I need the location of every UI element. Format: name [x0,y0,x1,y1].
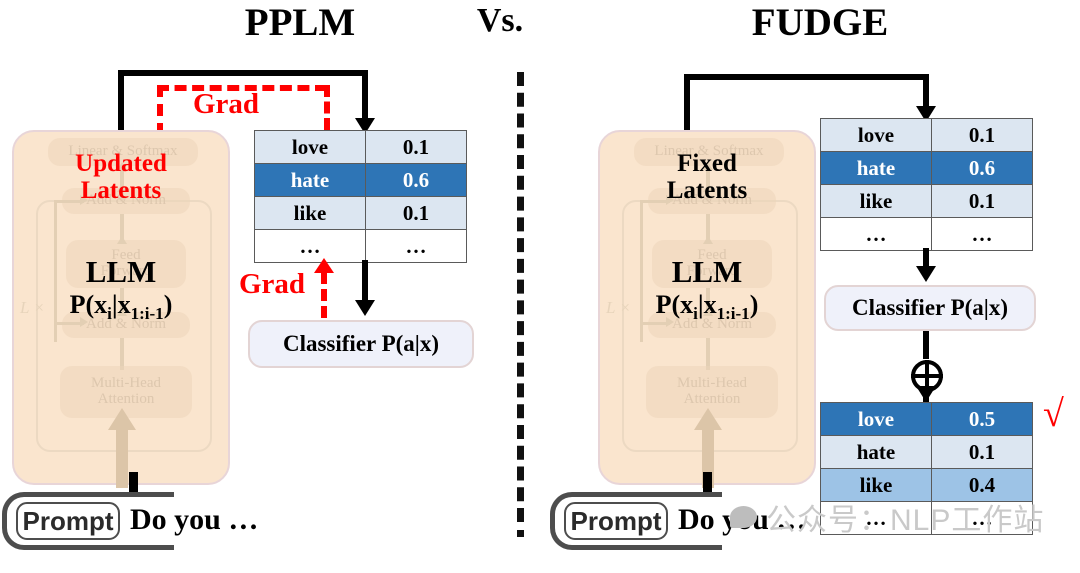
probability-cell: 0.6 [365,163,467,197]
probability-cell: … [931,217,1033,251]
transformer-attention-line1-fudge: Multi-Head [677,375,747,392]
fudge-output-line-horizontal [684,74,929,80]
probability-cell: 0.5 [931,402,1033,436]
token-cell: like [820,184,932,218]
probability-cell: 0.6 [931,151,1033,185]
table-row: love 0.5 [820,402,1033,436]
speech-bubble-icon [730,506,757,528]
token-cell: hate [820,435,932,469]
llm-prob-end-pplm: ) [163,290,173,319]
classifier-box-pplm[interactable]: Classifier P(a|x) [248,320,474,368]
llm-probability-pplm: P(xi|x1:i-1) [14,290,228,324]
table-row: hate 0.1 [820,435,1033,469]
selected-token-checkmark-icon: √ [1043,393,1064,435]
llm-probability-fudge: P(xi|x1:i-1) [600,290,814,324]
llm-latents-line1-fudge: Fixed [677,150,737,177]
page-title-vs: Vs. [476,2,524,39]
pplm-prompt-to-llm-arrow [129,472,138,492]
token-cell: love [820,402,932,436]
llm-prob-p1-fudge: P(x [655,290,694,319]
table-pplm-body: love 0.1 hate 0.6 like 0.1…… [254,130,467,263]
center-divider-dot [517,530,524,537]
table-fudge-top-body: love 0.1 hate 0.6 like 0.1…… [820,118,1033,251]
grad-top-label: Grad [193,88,260,120]
table-row: …… [254,229,467,263]
pplm-output-line-vertical-right [362,70,368,122]
grad-bottom-arrowhead [314,258,334,273]
prompt-chip-pplm[interactable]: Prompt [16,502,120,540]
pplm-table-to-classifier-shaft [362,260,368,303]
fudge-table-to-classifier-arrowhead [916,266,936,282]
transformer-attention-line2-fudge: Attention [683,391,741,407]
llm-latents-line1-pplm: Updated [75,150,167,177]
token-cell: hate [820,151,932,185]
transformer-arrow-ff-pplm [117,236,127,244]
diagram-canvas: PPLM Vs. FUDGE Grad L × Linear & Softmax… [0,0,1080,573]
table-row: like 0.1 [820,184,1033,218]
table-row: hate 0.6 [254,163,467,197]
prompt-chip-fudge[interactable]: Prompt [564,502,668,540]
llm-prob-sub2-fudge: 1:i-1 [716,304,750,324]
probability-cell: 0.1 [931,184,1033,218]
transformer-arrow-ff-fudge [703,236,713,244]
transformer-attention-line2-pplm: Attention [97,391,155,407]
page-title-pplm: PPLM [244,1,356,44]
probability-cell: 0.1 [365,130,467,164]
token-cell: love [254,130,366,164]
llm-prob-sub2-pplm: 1:i-1 [130,304,164,324]
llm-latents-line2-pplm: Latents [80,177,162,204]
center-divider [517,72,524,522]
token-cell: … [254,229,366,263]
grad-bottom-shaft [321,272,327,318]
probability-cell: 0.1 [365,196,467,230]
fudge-output-line-vertical-right [923,74,929,110]
token-cell: … [820,217,932,251]
llm-prob-p1-pplm: P(x [69,290,108,319]
llm-latents-label-fudge: Fixed Latents [600,150,814,204]
llm-latents-line2-fudge: Latents [666,177,748,204]
grad-top-arrow-down-shaft [157,85,163,135]
table-row: …… [820,217,1033,251]
prompt-text-pplm: Do you … [130,503,259,536]
llm-prob-mid-pplm: |x [111,290,131,319]
token-cell: love [820,118,932,152]
probability-cell: 0.1 [931,118,1033,152]
llm-name-fudge: LLM [671,254,743,289]
grad-top-arrow-up-shaft [324,85,330,130]
fudge-prompt-to-llm-arrow [703,472,712,492]
table-row: love 0.1 [254,130,467,164]
probability-table-fudge-lm: love 0.1 hate 0.6 like 0.1…… [820,118,1033,251]
llm-latents-label-pplm: Updated Latents [14,150,228,204]
llm-panel-fudge: L × Linear & Softmax Add & Norm Feed For… [598,130,816,488]
llm-prob-end-fudge: ) [749,290,759,319]
fudge-output-line-vertical-left [684,74,690,136]
probability-table-pplm: love 0.1 hate 0.6 like 0.1…… [254,130,467,263]
page-title-fudge: FUDGE [751,1,889,44]
llm-panel-pplm: L × Linear & Softmax Add & Norm Feed For… [12,130,230,488]
table-row: like 0.1 [254,196,467,230]
transformer-attention-line1-pplm: Multi-Head [91,375,161,392]
token-cell: hate [254,163,366,197]
watermark-text: 公众号：NLP工作站 [766,504,1045,537]
token-cell: like [254,196,366,230]
llm-prob-mid-fudge: |x [697,290,717,319]
watermark: 公众号：NLP工作站 [730,495,1044,539]
grad-bottom-label: Grad [239,268,306,300]
fudge-plus-to-table-arrowhead [916,386,936,402]
probability-cell: … [365,229,467,263]
probability-cell: 0.1 [931,435,1033,469]
llm-name-pplm: LLM [85,254,157,289]
pplm-output-line-horizontal [118,70,368,76]
fudge-classifier-to-plus-shaft [923,331,929,359]
table-row: love 0.1 [820,118,1033,152]
classifier-box-fudge[interactable]: Classifier P(a|x) [824,285,1036,331]
table-row: hate 0.6 [820,151,1033,185]
pplm-table-to-classifier-arrowhead [355,300,375,316]
